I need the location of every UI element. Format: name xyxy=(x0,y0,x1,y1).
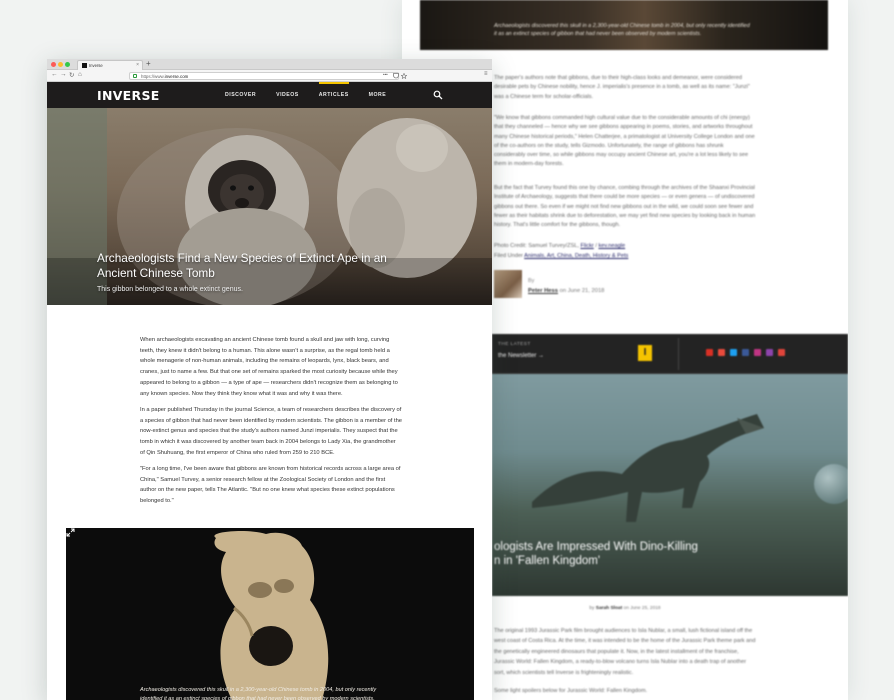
inverse-favicon-icon xyxy=(82,63,87,68)
browser-tab[interactable]: Inverse × xyxy=(77,60,143,70)
dinosaur-promo-image[interactable]: ologists Are Impressed With Dino-Killing… xyxy=(492,374,848,596)
author-block: By Peter Hess on June 21, 2018 xyxy=(494,270,694,298)
background-skull-photo: Archaeologists discovered this skull in … xyxy=(420,0,828,50)
social-icon[interactable] xyxy=(754,349,761,356)
promo-byline: by Sarah Sloat on June 25, 2018 xyxy=(494,606,756,611)
url-host: inverse.com xyxy=(164,74,189,79)
nav-discover[interactable]: DISCOVER xyxy=(215,82,266,108)
filed-under-label: Filed Under xyxy=(494,253,525,259)
site-navbar: INVERSE DISCOVER VIDEOS ARTICLES MORE xyxy=(47,82,492,108)
url-scheme: https://www. xyxy=(141,74,165,79)
new-tab-button[interactable]: + xyxy=(146,59,151,68)
article-paragraph: When archaeologists excavating an ancien… xyxy=(140,337,398,397)
avatar[interactable] xyxy=(494,270,522,298)
social-icon[interactable] xyxy=(730,349,737,356)
dinosaur-illustration xyxy=(532,414,764,522)
maximize-window-button[interactable] xyxy=(65,62,70,67)
hero-image: Archaeologists Find a New Species of Ext… xyxy=(47,108,492,305)
article-paragraph: "For a long time, I've been aware that g… xyxy=(140,466,401,505)
kev-neagle-link[interactable]: kev.neagle xyxy=(598,243,625,249)
inverse-logo[interactable]: INVERSE xyxy=(97,88,160,103)
author-link[interactable]: Peter Hess xyxy=(528,288,558,294)
filed-under-tags[interactable]: Animals, Art, China, Death, History & Pe… xyxy=(524,253,628,259)
nav-videos[interactable]: VIDEOS xyxy=(266,82,309,108)
social-links xyxy=(706,349,785,356)
promo-date: on June 25, 2018 xyxy=(622,606,661,611)
browser-window: Inverse × + ← → ↻ ⌂ https://www.inverse.… xyxy=(47,59,492,700)
background-paragraph: But the fact that Turvey found this one … xyxy=(494,185,756,229)
pocket-icon[interactable] xyxy=(393,73,399,79)
social-icon[interactable] xyxy=(718,349,725,356)
url-text: https://www.inverse.com xyxy=(141,74,188,79)
background-photo-caption: Archaeologists discovered this skull in … xyxy=(494,23,750,37)
home-button[interactable]: ⌂ xyxy=(78,71,82,78)
lock-icon xyxy=(133,74,137,78)
article-paragraph: In a paper published Thursday in the jou… xyxy=(140,407,402,456)
photo-credit-label: Photo Credit: Samuel Turvey/ZSL, xyxy=(494,243,581,249)
reload-button[interactable]: ↻ xyxy=(69,71,74,79)
gibbon-skull-photo xyxy=(214,531,329,700)
tab-close-icon[interactable]: × xyxy=(136,62,139,68)
skull-figure: Archaeologists discovered this skull in … xyxy=(66,528,474,700)
newsletter-bar: THE LATEST the Newsletter → I xyxy=(492,334,848,374)
search-icon[interactable] xyxy=(433,90,443,100)
background-paragraph: "We know that gibbons commanded high cul… xyxy=(494,115,755,168)
moon-icon xyxy=(814,464,848,504)
newsletter-signup-link[interactable]: the Newsletter → xyxy=(498,353,544,359)
social-icon[interactable] xyxy=(706,349,713,356)
article-title: Archaeologists Find a New Species of Ext… xyxy=(97,251,387,280)
article-subtitle: This gibbon belonged to a whole extinct … xyxy=(97,286,243,293)
back-button[interactable]: ← xyxy=(51,71,58,78)
page-actions-button[interactable]: ••• xyxy=(383,72,388,77)
nav-more[interactable]: MORE xyxy=(359,82,397,108)
newsletter-label: THE LATEST xyxy=(498,342,531,347)
promo-paragraph: The original 1993 Jurassic Park film bro… xyxy=(494,628,756,676)
flickr-link[interactable]: Flickr xyxy=(580,243,593,249)
minimize-window-button[interactable] xyxy=(58,62,63,67)
inverse-logo-icon: I xyxy=(638,345,652,361)
primary-nav: DISCOVER VIDEOS ARTICLES MORE xyxy=(215,82,396,108)
expand-icon[interactable] xyxy=(66,528,75,537)
bookmark-star-icon[interactable] xyxy=(401,73,407,79)
promo-author-link[interactable]: Sarah Sloat xyxy=(596,606,622,611)
close-window-button[interactable] xyxy=(51,62,56,67)
tab-title: Inverse xyxy=(89,63,103,68)
background-paragraph: The paper's authors note that gibbons, d… xyxy=(494,75,750,100)
promo-title-line2[interactable]: n in 'Fallen Kingdom' xyxy=(494,555,600,567)
url-input[interactable]: https://www.inverse.com xyxy=(129,72,399,80)
social-icon[interactable] xyxy=(766,349,773,356)
by-label: By xyxy=(528,278,535,284)
address-toolbar: ← → ↻ ⌂ https://www.inverse.com ••• ≡ xyxy=(47,70,492,82)
promo-title[interactable]: ologists Are Impressed With Dino-Killing xyxy=(494,540,734,554)
promo-paragraph-spoiler: Some light spoilers below for Jurassic W… xyxy=(494,688,648,694)
tab-bar: Inverse × + xyxy=(47,59,492,70)
filed-under-line: Filed Under Animals, Art, China, Death, … xyxy=(494,252,756,261)
menu-icon[interactable]: ≡ xyxy=(484,71,488,77)
photo-credit-line: Photo Credit: Samuel Turvey/ZSL, Flickr … xyxy=(494,242,756,251)
author-byline: Peter Hess on June 21, 2018 xyxy=(528,288,604,294)
promo-section: THE LATEST the Newsletter → I ologists A… xyxy=(492,334,848,596)
forward-button[interactable]: → xyxy=(60,71,67,78)
publish-date: on June 21, 2018 xyxy=(557,288,605,294)
nav-articles[interactable]: ARTICLES xyxy=(309,82,359,108)
figure-caption: Archaeologists discovered this skull in … xyxy=(140,687,377,700)
divider xyxy=(678,338,679,370)
social-icon[interactable] xyxy=(778,349,785,356)
social-icon[interactable] xyxy=(742,349,749,356)
